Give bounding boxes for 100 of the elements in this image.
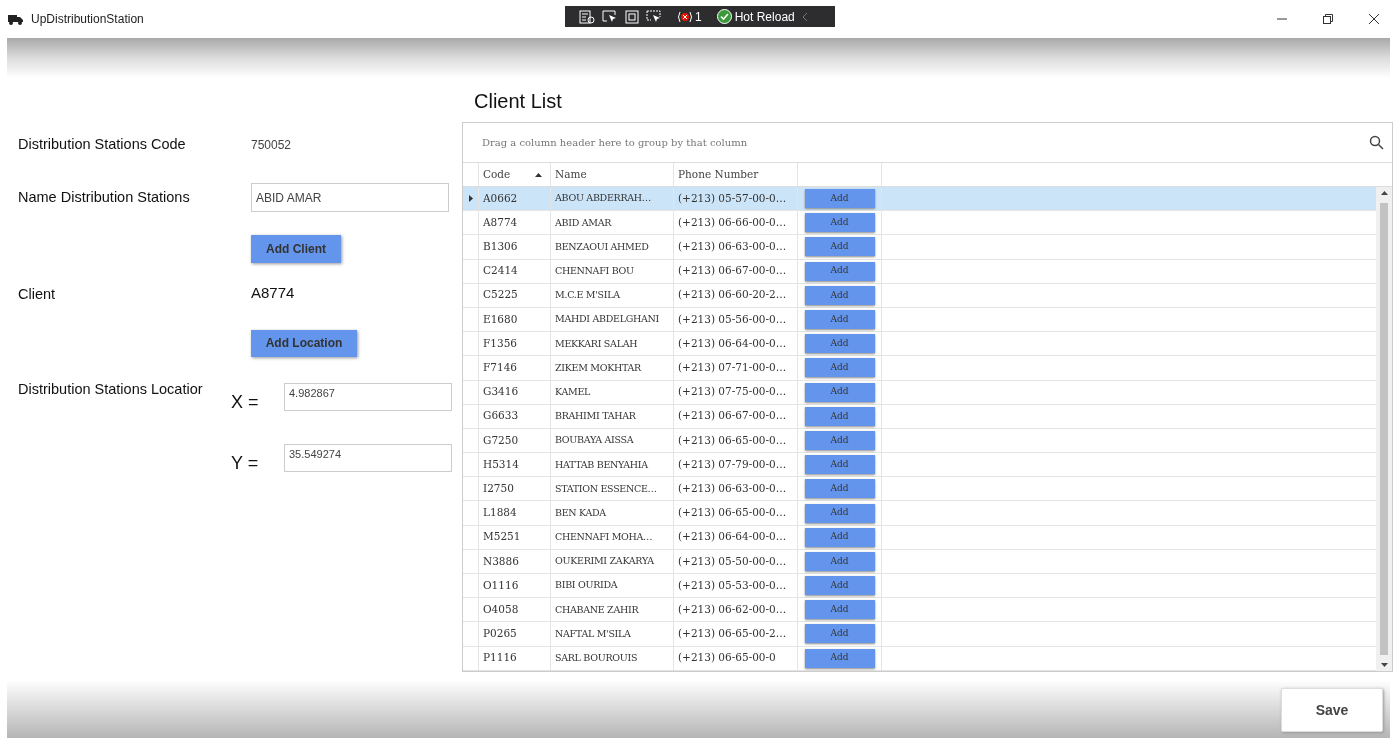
- table-cell: CHENNAFI BOU: [551, 259, 674, 283]
- table-cell: (+213) 06-65-00-0: [674, 646, 798, 670]
- table-row[interactable]: C2414 CHENNAFI BOU (+213) 06-67-00-0… Add: [463, 259, 1376, 284]
- table-row[interactable]: P0265 NAFTAL M'SILA (+213) 06-65-00-2… Add: [463, 622, 1376, 647]
- add-button[interactable]: Add: [804, 600, 875, 620]
- table-row[interactable]: A0662 ABOU ABDERRAH… (+213) 05-57-00-0… Add: [463, 187, 1376, 212]
- table-row[interactable]: N3886 OUKERIMI ZAKARYA (+213) 05-50-00-0… Add: [463, 549, 1376, 574]
- add-button[interactable]: Add: [804, 455, 875, 475]
- table-cell: G7250: [479, 428, 551, 453]
- add-button[interactable]: Add: [804, 576, 875, 596]
- name-field[interactable]: ABID AMAR: [251, 183, 449, 212]
- table-cell: (+213) 06-64-00-0…: [674, 525, 798, 549]
- table-cell: ZIKEM MOKHTAR: [551, 356, 674, 380]
- table-cell: B1306: [479, 235, 551, 259]
- scrollbar[interactable]: [1376, 187, 1392, 671]
- table-cell: ABID AMAR: [551, 211, 674, 235]
- y-label: Y =: [231, 451, 260, 475]
- table-row[interactable]: P1116 SARL BOUROUIS (+213) 06-65-00-0 Add: [463, 646, 1376, 671]
- add-button[interactable]: Add: [804, 213, 875, 233]
- inspect-icon[interactable]: [579, 9, 595, 24]
- add-button[interactable]: Add: [804, 648, 875, 668]
- add-button[interactable]: Add: [804, 430, 875, 450]
- frame-icon[interactable]: [625, 9, 639, 24]
- table-cell: O4058: [479, 598, 551, 622]
- table-row[interactable]: L1884 BEN KADA (+213) 06-65-00-0… Add: [463, 501, 1376, 526]
- add-button[interactable]: Add: [804, 189, 875, 209]
- table-cell: STATION ESSENCE…: [551, 477, 674, 501]
- group-hint: Drag a column header here to group by that column: [482, 136, 748, 150]
- scroll-down-icon[interactable]: [1380, 662, 1388, 667]
- name-label: Name Distribution Stations: [18, 187, 191, 207]
- add-button[interactable]: Add: [804, 310, 875, 330]
- table-row[interactable]: G3416 KAMEL (+213) 07-75-00-0… Add: [463, 380, 1376, 405]
- table-cell: OUKERIMI ZAKARYA: [551, 549, 674, 573]
- column-header[interactable]: Name: [551, 163, 674, 186]
- table-cell: (+213) 06-65-00-2…: [674, 622, 798, 646]
- table-cell: H5314: [479, 453, 551, 477]
- x-field[interactable]: 4.982867: [284, 383, 452, 412]
- select-icon[interactable]: [646, 9, 662, 24]
- add-button[interactable]: Add: [804, 285, 875, 305]
- table-cell: C5225: [479, 283, 551, 307]
- table-row[interactable]: F1356 MEKKARI SALAH (+213) 06-64-00-0… Add: [463, 332, 1376, 357]
- table-cell: A8774: [479, 211, 551, 235]
- column-header[interactable]: Phone Number: [674, 163, 798, 186]
- table-row[interactable]: O4058 CHABANE ZAHIR (+213) 06-62-00-0… Add: [463, 598, 1376, 623]
- table-row[interactable]: G6633 BRAHIMI TAHAR (+213) 06-67-00-0… Add: [463, 404, 1376, 429]
- table-cell: (+213) 06-62-00-0…: [674, 598, 798, 622]
- table-cell: F1356: [479, 332, 551, 356]
- table-cell: (+213) 05-57-00-0…: [674, 187, 798, 211]
- client-label: Client: [18, 285, 57, 304]
- table-cell: L1884: [479, 501, 551, 525]
- scroll-up-icon[interactable]: [1380, 191, 1388, 195]
- table-cell: G6633: [479, 404, 551, 428]
- add-button[interactable]: Add: [804, 358, 875, 378]
- table-row[interactable]: H5314 HATTAB BENYAHIA (+213) 07-79-00-0… Add: [463, 453, 1376, 478]
- add-button[interactable]: Add: [804, 624, 875, 644]
- collapse-icon[interactable]: [801, 11, 808, 22]
- add-button[interactable]: Add: [804, 334, 875, 354]
- add-client-button[interactable]: Add Client: [251, 235, 341, 263]
- table-cell: MAHDI ABDELGHANI: [551, 307, 674, 332]
- restore-icon[interactable]: [1323, 14, 1333, 24]
- add-button[interactable]: Add: [804, 479, 875, 499]
- add-button[interactable]: Add: [804, 406, 875, 426]
- add-button[interactable]: Add: [804, 261, 875, 281]
- save-button[interactable]: Save: [1281, 688, 1383, 732]
- add-button[interactable]: Add: [804, 503, 875, 523]
- truck-icon: [8, 13, 23, 25]
- add-button[interactable]: Add: [804, 527, 875, 547]
- add-button[interactable]: Add: [804, 382, 875, 402]
- table-cell: (+213) 06-65-00-0…: [674, 501, 798, 525]
- search-icon[interactable]: [1369, 135, 1384, 150]
- table-row[interactable]: G7250 BOUBAYA AISSA (+213) 06-65-00-0… Add: [463, 428, 1376, 454]
- table-cell: SARL BOUROUIS: [551, 646, 674, 670]
- table-row[interactable]: E1680 MAHDI ABDELGHANI (+213) 05-56-00-0… Add: [463, 307, 1376, 333]
- add-button[interactable]: Add: [804, 237, 875, 257]
- add-location-button[interactable]: Add Location: [251, 329, 357, 357]
- table-row[interactable]: B1306 BENZAOUI AHMED (+213) 06-63-00-0… Add: [463, 235, 1376, 260]
- table-cell: BRAHIMI TAHAR: [551, 404, 674, 428]
- table-cell: E1680: [479, 307, 551, 332]
- add-button[interactable]: Add: [804, 551, 875, 571]
- y-field[interactable]: 35.549274: [284, 444, 452, 473]
- table-row[interactable]: I2750 STATION ESSENCE… (+213) 06-63-00-0… Add: [463, 477, 1376, 502]
- table-row[interactable]: A8774 ABID AMAR (+213) 06-66-00-0… Add: [463, 211, 1376, 236]
- table-row[interactable]: F7146 ZIKEM MOKHTAR (+213) 07-71-00-0… Add: [463, 356, 1376, 381]
- table-cell: O1116: [479, 574, 551, 598]
- error-icon[interactable]: [677, 9, 693, 24]
- table-cell: (+213) 06-63-00-0…: [674, 477, 798, 501]
- column-header[interactable]: Code: [479, 163, 551, 186]
- table-cell: (+213) 07-75-00-0…: [674, 380, 798, 404]
- table-cell: HATTAB BENYAHIA: [551, 453, 674, 477]
- table-row[interactable]: O1116 BIBI OURIDA (+213) 05-53-00-0… Add: [463, 574, 1376, 599]
- table-row[interactable]: C5225 M.C.E M'SILA (+213) 06-60-20-2… Add: [463, 283, 1376, 308]
- close-icon[interactable]: [1369, 14, 1379, 24]
- table-cell: BOUBAYA AISSA: [551, 428, 674, 453]
- table-cell: (+213) 06-66-00-0…: [674, 211, 798, 235]
- table-row[interactable]: M5251 CHENNAFI MOHA… (+213) 06-64-00-0… Add: [463, 525, 1376, 550]
- code-value: 750052: [251, 137, 292, 154]
- table-cell: C2414: [479, 259, 551, 283]
- hot-reload-label[interactable]: Hot Reload: [734, 7, 795, 26]
- table-cell: BEN KADA: [551, 501, 674, 525]
- pointer-icon[interactable]: [602, 9, 618, 24]
